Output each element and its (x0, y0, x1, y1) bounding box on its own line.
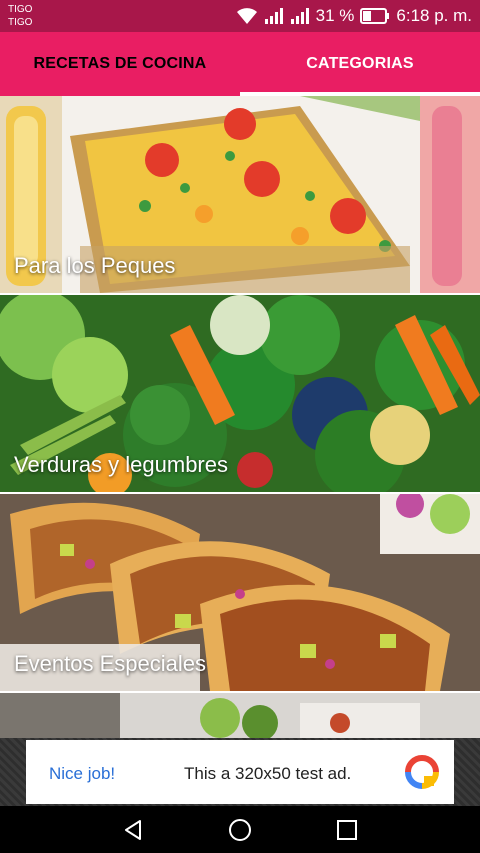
home-icon[interactable] (225, 816, 255, 844)
clock: 6:18 p. m. (396, 6, 472, 25)
recents-icon[interactable] (332, 816, 362, 844)
tab-categorias[interactable]: CATEGORIAS (240, 32, 480, 96)
category-list: Para los Peques Verduras y legumbres Eve… (0, 96, 480, 738)
ad-banner-container: Nice job! This a 320x50 test ad. (0, 738, 480, 806)
battery-icon (360, 8, 390, 24)
ad-body-text: This a 320x50 test ad. (184, 764, 352, 783)
tab-recetas-de-cocina[interactable]: RECETAS DE COCINA (0, 32, 240, 96)
signal-icon (264, 8, 284, 24)
signal-icon (290, 8, 310, 24)
category-title: Para los Peques (14, 253, 176, 278)
category-card-eventos-especiales[interactable]: Eventos Especiales (0, 494, 480, 691)
category-card-para-los-peques[interactable]: Para los Peques (0, 96, 480, 293)
ad-banner[interactable]: Nice job! This a 320x50 test ad. (26, 740, 454, 804)
system-nav-bar (0, 806, 480, 853)
ad-logo-icon (404, 754, 440, 795)
ad-nice-text: Nice job! (49, 764, 116, 783)
category-title: Verduras y legumbres (14, 452, 228, 477)
carrier-label-2: TIGO (8, 17, 33, 28)
status-bar: TIGO TIGO 31 % 6:18 p. m. (0, 0, 480, 32)
carrier-label-1: TIGO (8, 4, 33, 15)
category-card-partial[interactable] (0, 693, 480, 738)
wifi-icon (236, 7, 258, 25)
battery-percent: 31 % (315, 6, 355, 25)
category-image-partial (0, 693, 480, 738)
tab-bar: RECETAS DE COCINA CATEGORIAS (0, 32, 480, 96)
category-card-verduras-y-legumbres[interactable]: Verduras y legumbres (0, 295, 480, 492)
category-title: Eventos Especiales (14, 651, 206, 676)
back-icon[interactable] (118, 816, 148, 844)
